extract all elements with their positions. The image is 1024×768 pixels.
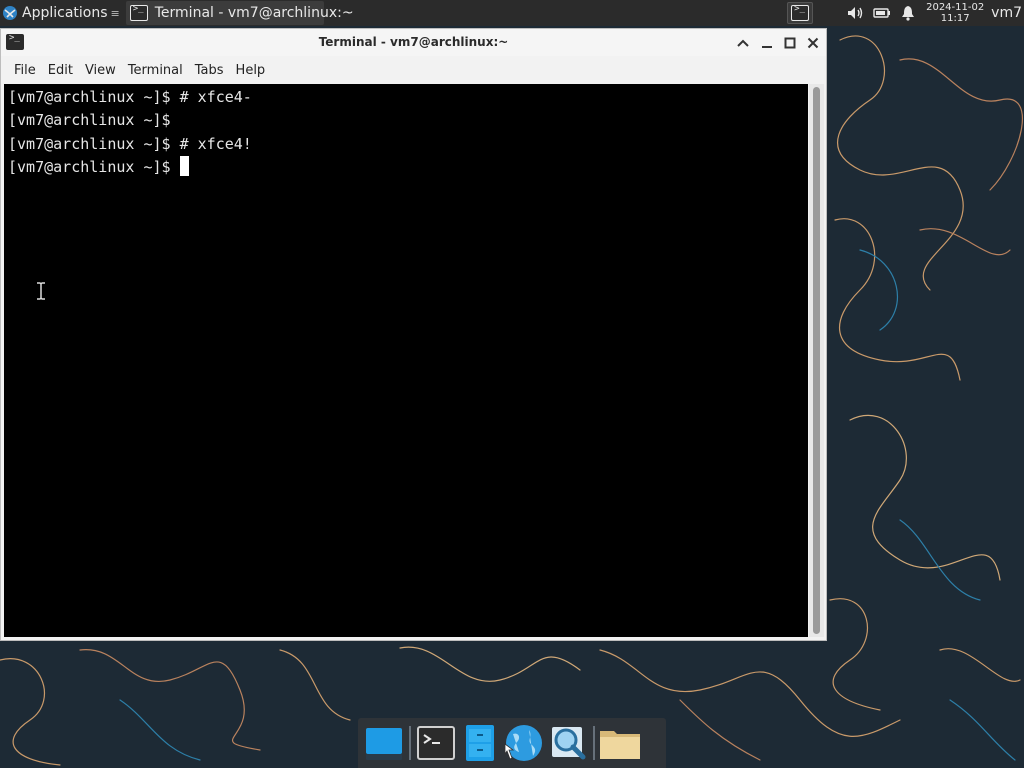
taskbar-window-button[interactable]: Terminal - vm7@archlinux:~ [125, 1, 354, 25]
web-browser-launcher[interactable] [502, 721, 546, 765]
terminal-icon [417, 726, 455, 760]
chevron-up-icon [737, 39, 749, 47]
terminal-icon[interactable] [6, 33, 24, 50]
window-titlebar[interactable]: Terminal - vm7@archlinux:~ [1, 29, 826, 56]
user-menu-button[interactable]: vm7 [991, 5, 1024, 21]
menu-glyph: ≡ [110, 6, 120, 20]
maximize-button[interactable] [780, 33, 800, 53]
xfce-logo-icon [3, 6, 17, 20]
show-desktop-icon [366, 728, 402, 760]
clock[interactable]: 2024-11-02 11:17 [925, 2, 985, 24]
menu-edit[interactable]: Edit [42, 63, 79, 78]
menu-terminal[interactable]: Terminal [122, 63, 189, 78]
text-cursor [179, 155, 189, 176]
terminal-icon [129, 4, 148, 21]
applications-menu-label: Applications [22, 5, 108, 21]
clock-date: 2024-11-02 [926, 2, 985, 13]
terminal-icon [791, 4, 810, 21]
terminal-output[interactable]: [vm7@archlinux ~]$ # xfce4- [vm7@archlinu… [4, 84, 808, 637]
maximize-icon [784, 37, 796, 49]
shade-button[interactable] [733, 33, 753, 53]
search-icon [552, 727, 586, 760]
window-title: Terminal - vm7@archlinux:~ [318, 35, 509, 49]
menu-view[interactable]: View [79, 63, 122, 78]
volume-icon[interactable] [843, 0, 869, 26]
notification-bell-icon[interactable] [895, 0, 921, 26]
dock [358, 718, 666, 768]
scrollbar-thumb[interactable] [813, 87, 820, 634]
menu-file[interactable]: File [8, 63, 42, 78]
terminal-prompt: [vm7@archlinux ~]$ [8, 157, 180, 176]
terminal-line: [vm7@archlinux ~]$ # xfce4! [8, 134, 252, 153]
terminal-line: [vm7@archlinux ~]$ [8, 111, 171, 130]
clock-time: 11:17 [940, 13, 970, 24]
applications-menu-button[interactable]: Applications ≡ [0, 0, 124, 26]
terminal-launcher[interactable] [414, 721, 458, 765]
web-browser-icon [504, 725, 542, 761]
file-cabinet-icon [466, 725, 494, 761]
folder-launcher[interactable] [598, 721, 642, 765]
dock-separator [409, 726, 411, 760]
terminal-launcher-button[interactable] [787, 2, 814, 24]
vertical-scrollbar[interactable] [809, 84, 824, 637]
minimize-button[interactable] [757, 33, 777, 53]
close-button[interactable] [803, 33, 823, 53]
file-manager-launcher[interactable] [458, 721, 502, 765]
folder-icon [600, 731, 640, 759]
terminal-prompt-line: [vm7@archlinux ~]$ [8, 155, 808, 179]
terminal-line: [vm7@archlinux ~]$ # xfce4- [8, 88, 252, 106]
dock-separator [593, 726, 595, 760]
ibeam-mouse-cursor-icon [37, 282, 45, 300]
menu-help[interactable]: Help [230, 63, 272, 78]
menu-tabs[interactable]: Tabs [189, 63, 230, 78]
taskbar-window-title: Terminal - vm7@archlinux:~ [154, 5, 354, 21]
menubar: File Edit View Terminal Tabs Help [1, 58, 826, 82]
minimize-icon [762, 46, 772, 48]
show-desktop-button[interactable] [362, 721, 406, 765]
close-icon [807, 37, 819, 49]
terminal-window: Terminal - vm7@archlinux:~ File Edit Vie… [0, 28, 827, 641]
search-launcher[interactable] [546, 721, 590, 765]
battery-icon[interactable] [869, 0, 895, 26]
top-panel: Applications ≡ Terminal - vm7@archlinux:… [0, 0, 1024, 26]
